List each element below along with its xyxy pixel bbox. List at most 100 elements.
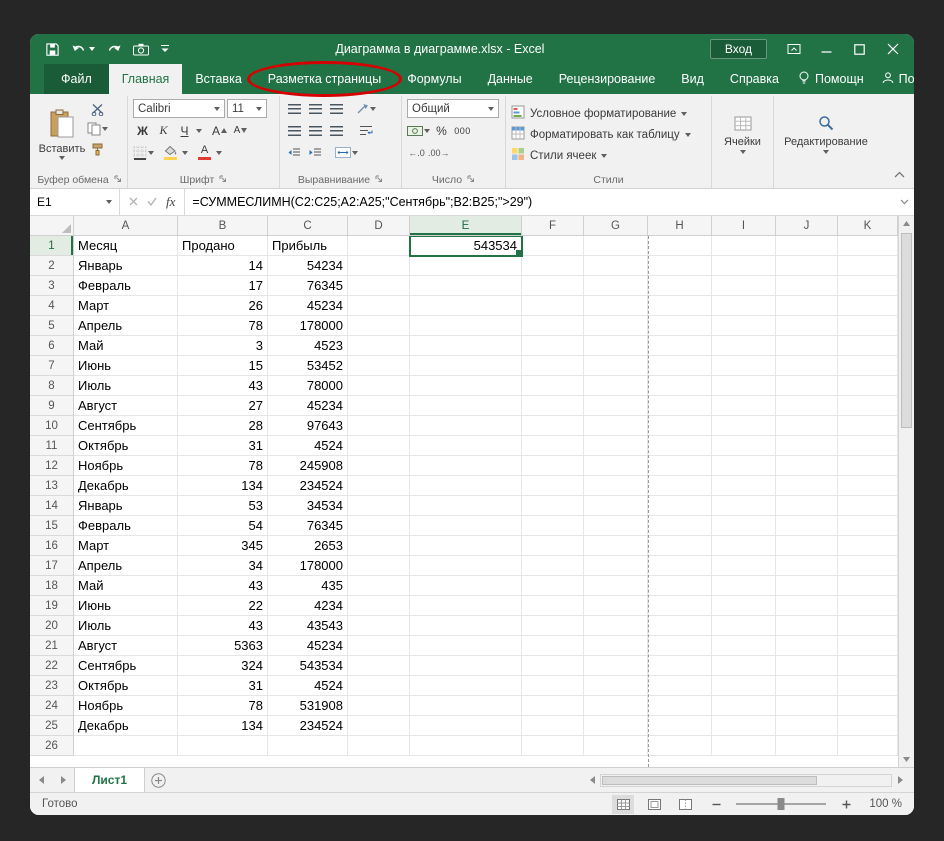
cell-K10[interactable] [838,416,898,436]
cell-J19[interactable] [776,596,838,616]
italic-button[interactable]: К [154,122,173,140]
cell-A18[interactable]: Май [74,576,178,596]
cell-F17[interactable] [522,556,584,576]
cell-F21[interactable] [522,636,584,656]
cell-G2[interactable] [584,256,648,276]
select-all-button[interactable] [30,216,74,235]
cell-A19[interactable]: Июнь [74,596,178,616]
increase-indent-icon[interactable] [306,144,325,162]
cell-A1[interactable]: Месяц [74,236,178,256]
cell-F10[interactable] [522,416,584,436]
cell-J18[interactable] [776,576,838,596]
cell-K4[interactable] [838,296,898,316]
cell-B7[interactable]: 15 [178,356,268,376]
cell-J16[interactable] [776,536,838,556]
number-format-combo[interactable]: Общий [407,99,499,118]
cell-A21[interactable]: Август [74,636,178,656]
cell-H26[interactable] [648,736,712,756]
cell-E19[interactable] [410,596,522,616]
cell-D22[interactable] [348,656,410,676]
cell-I6[interactable] [712,336,776,356]
row-header-14[interactable]: 14 [30,496,74,516]
cell-C17[interactable]: 178000 [268,556,348,576]
cell-J3[interactable] [776,276,838,296]
cell-I25[interactable] [712,716,776,736]
tab-formulas[interactable]: Формулы [394,64,474,94]
cell-F3[interactable] [522,276,584,296]
cell-B9[interactable]: 27 [178,396,268,416]
zoom-slider[interactable] [736,803,826,805]
cell-K19[interactable] [838,596,898,616]
scroll-down-icon[interactable] [899,752,914,767]
cell-E21[interactable] [410,636,522,656]
cell-I17[interactable] [712,556,776,576]
cell-E7[interactable] [410,356,522,376]
column-header-G[interactable]: G [584,216,648,235]
fill-color-icon[interactable] [161,144,180,162]
cell-A15[interactable]: Февраль [74,516,178,536]
cell-D10[interactable] [348,416,410,436]
cell-F15[interactable] [522,516,584,536]
cell-H25[interactable] [648,716,712,736]
cell-J10[interactable] [776,416,838,436]
cell-B4[interactable]: 26 [178,296,268,316]
cell-D8[interactable] [348,376,410,396]
cell-A14[interactable]: Январь [74,496,178,516]
cell-B2[interactable]: 14 [178,256,268,276]
cell-J20[interactable] [776,616,838,636]
cell-K6[interactable] [838,336,898,356]
cell-H18[interactable] [648,576,712,596]
cell-C6[interactable]: 4523 [268,336,348,356]
cell-D5[interactable] [348,316,410,336]
row-header-24[interactable]: 24 [30,696,74,716]
cell-A22[interactable]: Сентябрь [74,656,178,676]
cell-H16[interactable] [648,536,712,556]
cell-D13[interactable] [348,476,410,496]
underline-options-icon[interactable] [196,129,202,133]
cell-G6[interactable] [584,336,648,356]
cell-A10[interactable]: Сентябрь [74,416,178,436]
cell-C12[interactable]: 245908 [268,456,348,476]
cell-H24[interactable] [648,696,712,716]
cell-J21[interactable] [776,636,838,656]
cell-E23[interactable] [410,676,522,696]
cell-D2[interactable] [348,256,410,276]
cell-E4[interactable] [410,296,522,316]
cell-G12[interactable] [584,456,648,476]
cell-F13[interactable] [522,476,584,496]
formula-bar-expand-icon[interactable] [894,189,914,215]
cell-G20[interactable] [584,616,648,636]
cell-I3[interactable] [712,276,776,296]
customize-toolbar-icon[interactable] [160,44,170,54]
cell-H6[interactable] [648,336,712,356]
assistant-button[interactable]: Помощн [792,71,870,88]
cell-D15[interactable] [348,516,410,536]
cell-I2[interactable] [712,256,776,276]
cell-B16[interactable]: 345 [178,536,268,556]
ribbon-display-options-icon[interactable] [777,34,810,64]
cell-J4[interactable] [776,296,838,316]
cell-F4[interactable] [522,296,584,316]
conditional-formatting-button[interactable]: Условное форматирование [511,103,706,124]
cell-C24[interactable]: 531908 [268,696,348,716]
cell-J5[interactable] [776,316,838,336]
signin-button[interactable]: Вход [710,39,767,59]
cell-C7[interactable]: 53452 [268,356,348,376]
cell-H22[interactable] [648,656,712,676]
comma-style-icon[interactable]: 000 [453,122,472,140]
zoom-in-button[interactable] [835,795,857,814]
increase-font-button[interactable]: А [210,122,229,140]
close-button[interactable] [876,34,909,64]
cell-I18[interactable] [712,576,776,596]
cell-F18[interactable] [522,576,584,596]
tab-home[interactable]: Главная [109,64,183,94]
align-center-icon[interactable] [306,122,325,140]
cell-I26[interactable] [712,736,776,756]
cell-C15[interactable]: 76345 [268,516,348,536]
cell-A5[interactable]: Апрель [74,316,178,336]
tab-view[interactable]: Вид [668,64,717,94]
cell-J26[interactable] [776,736,838,756]
number-dialog-launcher-icon[interactable] [467,174,475,186]
merge-center-icon[interactable] [335,144,358,162]
cancel-icon[interactable] [129,193,138,211]
